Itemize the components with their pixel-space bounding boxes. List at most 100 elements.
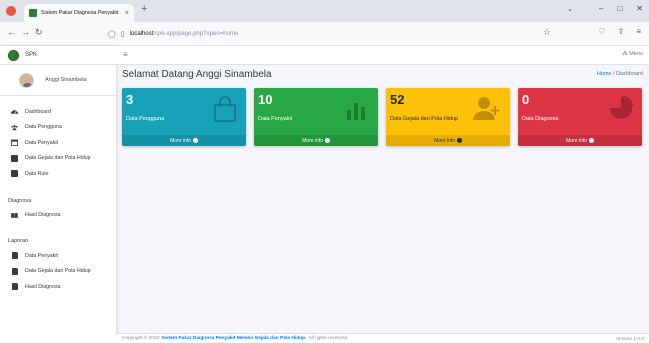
brand[interactable]: SPK: [0, 46, 116, 65]
sidebar-item-label: Data Penyakit: [25, 139, 58, 146]
arrow-circle-right-icon: [588, 138, 594, 143]
sidebar-item-label: Data Penyakit: [25, 252, 58, 259]
dashboard-icon: [11, 108, 18, 115]
brand-text: SPK: [25, 52, 38, 58]
sidebar-item-label: Data Pengguna: [25, 124, 62, 131]
sidebar-item-laporan-penyakit[interactable]: Data Penyakit: [0, 248, 116, 264]
file-icon: [11, 267, 18, 275]
stat-value: 3: [126, 92, 134, 107]
page-icon: ▯: [120, 30, 125, 38]
url-path: /spk-app/page.php?open=home: [153, 30, 239, 37]
url-host: localhost: [129, 30, 154, 37]
menu-header-laporan: Laporan: [8, 238, 29, 244]
new-tab-button[interactable]: +: [141, 3, 147, 15]
sidebar-item-data-rule[interactable]: Data Rule: [0, 166, 116, 182]
top-navbar: ≡ ⁂ Menu: [116, 46, 649, 65]
close-window-icon[interactable]: ✕: [636, 4, 643, 13]
calendar-icon: [11, 139, 18, 147]
user-panel[interactable]: Anggi Sinambela: [0, 65, 116, 96]
footer-version: Version 1.0.0: [615, 337, 644, 342]
more-info-label: More info: [434, 137, 455, 144]
sidebar-item-label: Dashboard: [25, 108, 51, 115]
brand-logo: [8, 49, 19, 61]
sidebar-item-label: Hasil Diagnosa: [25, 212, 61, 219]
more-info-link[interactable]: More info: [122, 135, 246, 146]
sidebar-item-hasil-diagnosa[interactable]: Hasil Diagnosa: [0, 208, 116, 224]
shopping-bag-icon: [213, 96, 237, 124]
back-icon[interactable]: ←: [7, 27, 16, 37]
stat-value: 10: [258, 92, 273, 107]
users-icon: [11, 124, 18, 131]
menu-toggle[interactable]: ⁂ Menu: [622, 51, 643, 57]
book-icon: [11, 212, 18, 219]
stat-value: 52: [390, 92, 405, 107]
more-info-link[interactable]: More info: [386, 135, 510, 146]
more-info-link[interactable]: More info: [254, 135, 378, 146]
sidebar-item-laporan-hasil[interactable]: Hasil Diagnosa: [0, 279, 116, 295]
sidebar-menu: Dashboard Data Pengguna Data Penyakit Da…: [0, 96, 116, 295]
more-info-link[interactable]: More info: [518, 135, 642, 146]
file-icon: [11, 252, 18, 260]
minimize-icon[interactable]: –: [599, 4, 603, 13]
user-name: Anggi Sinambela: [45, 77, 87, 83]
sidebar-item-laporan-gejala[interactable]: Data Gejala dan Pola Hidup: [0, 264, 116, 280]
page-title: Selamat Datang Anggi Sinambela: [122, 69, 272, 80]
menu-grid-icon: ⁂: [622, 51, 628, 57]
forward-icon[interactable]: →: [21, 27, 30, 37]
tab-close-icon[interactable]: ×: [125, 10, 129, 17]
browser-tab[interactable]: Sistem Pakar Diagnosa Penyakit ×: [24, 4, 134, 22]
more-info-label: More info: [302, 137, 323, 144]
footer-copyright: Copyright © 2022: [122, 336, 160, 341]
extensions-icon[interactable]: ⇧: [618, 27, 625, 36]
sidebar-item-label: Data Rule: [25, 170, 49, 177]
breadcrumb-home-link[interactable]: Home: [597, 71, 612, 77]
tab-title: Sistem Pakar Diagnosa Penyakit: [41, 10, 119, 16]
bookmark-star-icon[interactable]: ☆: [543, 27, 551, 38]
more-info-label: More info: [170, 137, 191, 144]
stat-label: Data Gejala dan Pola Hidup: [390, 116, 459, 122]
bar-chart-icon: [345, 96, 369, 122]
arrow-circle-right-icon: [324, 138, 330, 143]
stat-box-data-penyakit: 10 Data Penyakit More info: [254, 88, 378, 146]
clipboard-icon: [11, 170, 18, 178]
sidebar-item-label: Data Gejala dan Pola Hidup: [25, 268, 91, 275]
sidebar-item-data-pengguna[interactable]: Data Pengguna: [0, 120, 116, 136]
footer-app-link[interactable]: Sistem Pakar Diagnosa Penyakit Melalui G…: [161, 336, 306, 341]
menu-header-diagnosa: Diagnosa: [8, 197, 32, 204]
stat-label: Data Pengguna: [126, 116, 165, 122]
favicon-icon: [29, 9, 37, 17]
browser-tab-bar: Sistem Pakar Diagnosa Penyakit × + ⌄ – □…: [0, 0, 649, 22]
user-plus-icon: [473, 96, 501, 122]
sidebar-item-label: Data Gejala dan Pola Hidup: [25, 155, 91, 162]
more-info-label: More info: [566, 137, 587, 144]
file-icon: [11, 283, 18, 291]
app-menu-icon[interactable]: ≡: [636, 27, 641, 36]
stat-box-data-pengguna: 3 Data Pengguna More info: [122, 88, 246, 146]
arrow-circle-right-icon: [192, 138, 198, 143]
avatar: [19, 72, 34, 88]
list-icon: [11, 154, 18, 162]
sidebar-item-data-gejala[interactable]: Data Gejala dan Pola Hidup: [0, 151, 116, 167]
reload-icon[interactable]: ↻: [35, 27, 43, 38]
tab-list-icon[interactable]: ⌄: [567, 5, 573, 13]
stat-box-data-gejala: 52 Data Gejala dan Pola Hidup More info: [386, 88, 510, 146]
sidebar-item-data-penyakit[interactable]: Data Penyakit: [0, 135, 116, 151]
sidebar: SPK Anggi Sinambela Dashboard Data Pengg…: [0, 46, 116, 343]
browser-nav-bar: ← → ↻ ◯ ▯ localhost /spk-app/page.php?op…: [0, 22, 649, 46]
footer-rights: All rights reserved.: [308, 336, 349, 341]
url-bar[interactable]: ◯ ▯ localhost /spk-app/page.php?open=hom…: [108, 26, 568, 41]
stat-label: Data Diagnosa: [522, 116, 559, 122]
breadcrumb-current: Dashboard: [616, 71, 643, 77]
pocket-icon[interactable]: ♡: [598, 27, 605, 36]
stat-box-data-diagnosa: 0 Data Diagnosa More info: [518, 88, 642, 146]
stat-value: 0: [522, 92, 530, 107]
sidebar-item-label: Hasil Diagnosa: [25, 283, 61, 290]
shield-icon: ◯: [108, 30, 116, 38]
sidebar-item-dashboard[interactable]: Dashboard: [0, 104, 116, 120]
stat-label: Data Penyakit: [258, 116, 293, 122]
hamburger-icon[interactable]: ≡: [123, 50, 128, 59]
page-footer: Copyright © 2022 Sistem Pakar Diagnosa P…: [116, 333, 649, 343]
pie-chart-icon: [609, 96, 633, 122]
maximize-icon[interactable]: □: [617, 4, 622, 13]
browser-menu-icon[interactable]: [6, 6, 16, 16]
